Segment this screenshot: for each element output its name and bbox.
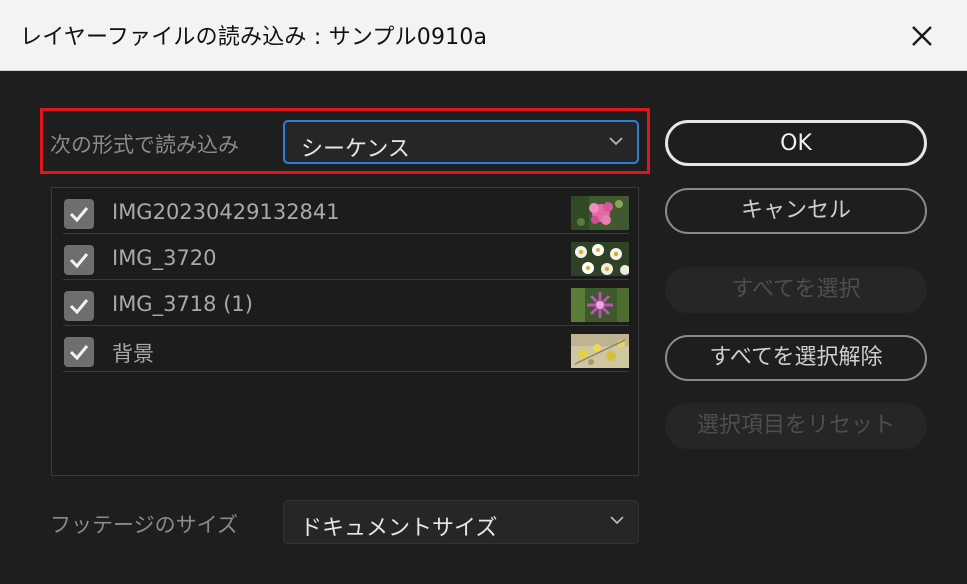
- checkbox[interactable]: [64, 337, 94, 367]
- checkbox[interactable]: [64, 291, 94, 321]
- list-item[interactable]: IMG_3720: [63, 236, 629, 280]
- thumbnail-image: [571, 288, 629, 322]
- ok-button[interactable]: OK: [665, 120, 927, 166]
- checkbox[interactable]: [64, 199, 94, 229]
- footage-size-value: ドキュメントサイズ: [300, 516, 498, 541]
- footage-size-select[interactable]: ドキュメントサイズ: [283, 500, 639, 544]
- list-item[interactable]: 背景: [63, 328, 629, 372]
- close-icon-glyph: [912, 26, 932, 46]
- import-as-label: 次の形式で読み込み: [50, 133, 239, 157]
- import-as-value: シーケンス: [301, 137, 410, 162]
- select-all-button[interactable]: すべてを選択: [665, 267, 927, 313]
- close-icon[interactable]: [900, 14, 944, 58]
- list-item[interactable]: IMG20230429132841: [63, 190, 629, 234]
- list-item[interactable]: IMG_3718 (1): [63, 282, 629, 326]
- layer-name: IMG20230429132841: [112, 200, 340, 224]
- title-bar: レイヤーファイルの読み込み : サンプル0910a: [0, 0, 967, 71]
- layer-name: IMG_3720: [112, 246, 217, 270]
- thumbnail-image: [571, 334, 629, 368]
- footage-size-label: フッテージのサイズ: [50, 513, 238, 537]
- chevron-down-icon: [609, 137, 623, 146]
- checkmark-icon: [69, 345, 89, 361]
- reset-selection-button[interactable]: 選択項目をリセット: [665, 403, 927, 449]
- checkmark-icon: [69, 253, 89, 269]
- layer-list[interactable]: IMG20230429132841 IMG_3720 IMG_3718 (1) …: [51, 187, 639, 476]
- layer-name: 背景: [112, 342, 154, 366]
- import-as-select[interactable]: シーケンス: [283, 120, 639, 164]
- checkmark-icon: [69, 207, 89, 223]
- cancel-button[interactable]: キャンセル: [665, 188, 927, 234]
- checkbox[interactable]: [64, 245, 94, 275]
- window-title: レイヤーファイルの読み込み : サンプル0910a: [20, 25, 488, 50]
- checkmark-icon: [69, 299, 89, 315]
- layer-name: IMG_3718 (1): [112, 292, 253, 316]
- chevron-down-icon: [610, 516, 624, 525]
- deselect-all-button[interactable]: すべてを選択解除: [665, 335, 927, 381]
- thumbnail-image: [571, 196, 629, 230]
- thumbnail-image: [571, 242, 629, 276]
